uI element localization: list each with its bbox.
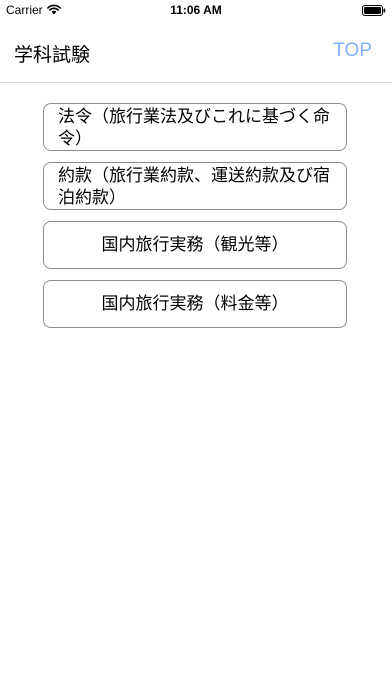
menu-button-terms[interactable]: 約款（旅行業約款、運送約款及び宿泊約款）: [43, 162, 347, 210]
top-button[interactable]: TOP: [333, 40, 372, 62]
menu-button-domestic-sightseeing[interactable]: 国内旅行実務（観光等）: [43, 221, 347, 269]
page-title: 学科試験: [14, 44, 91, 66]
menu-button-domestic-fares[interactable]: 国内旅行実務（料金等）: [43, 280, 347, 328]
battery-icon: [362, 5, 386, 16]
status-bar: Carrier 11:06 AM: [0, 0, 392, 20]
status-time: 11:06 AM: [170, 3, 222, 17]
navigation-bar: 学科試験 TOP: [0, 20, 392, 83]
menu-button-law[interactable]: 法令（旅行業法及びこれに基づく命令）: [43, 103, 347, 151]
